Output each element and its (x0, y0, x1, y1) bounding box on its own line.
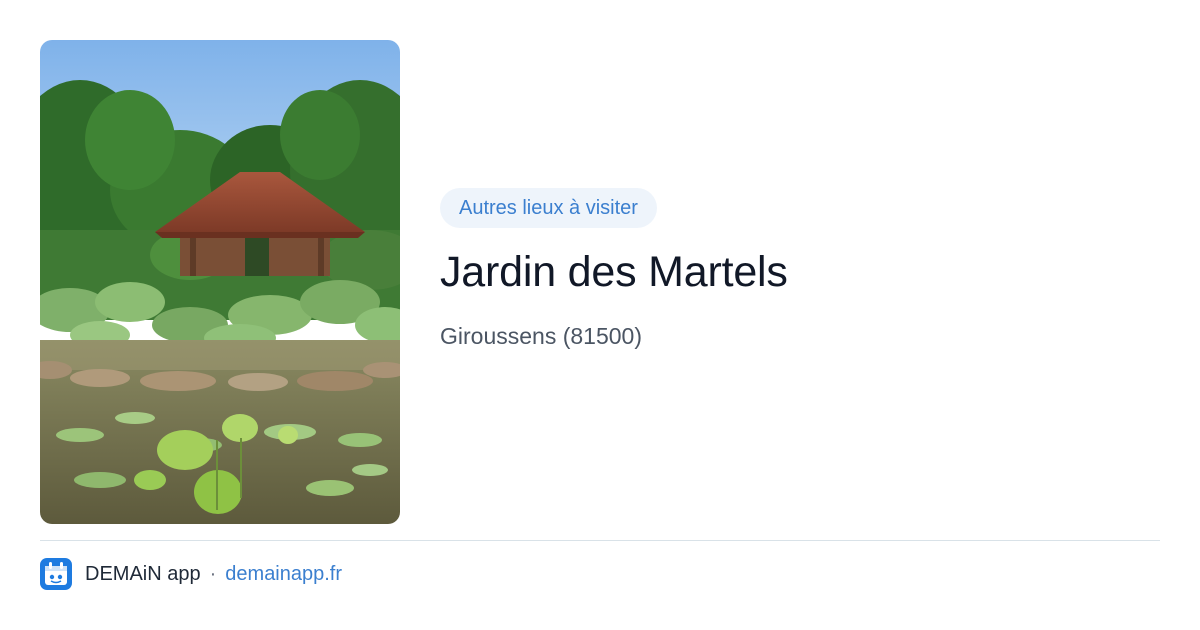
demain-app-logo-icon (40, 558, 72, 590)
app-name: DEMAiN app (85, 562, 201, 585)
footer-divider (40, 540, 1160, 541)
place-title: Jardin des Martels (440, 248, 788, 296)
category-badge[interactable]: Autres lieux à visiter (440, 188, 657, 228)
place-info: Autres lieux à visiter Jardin des Martel… (440, 188, 1160, 350)
place-location: Giroussens (81500) (440, 323, 642, 350)
app-website-link[interactable]: demainapp.fr (225, 563, 342, 586)
place-photo (40, 40, 400, 524)
share-card: Autres lieux à visiter Jardin des Martel… (0, 0, 1200, 630)
footer: DEMAiN app · demainapp.fr (40, 558, 342, 590)
footer-separator: · (209, 562, 217, 585)
